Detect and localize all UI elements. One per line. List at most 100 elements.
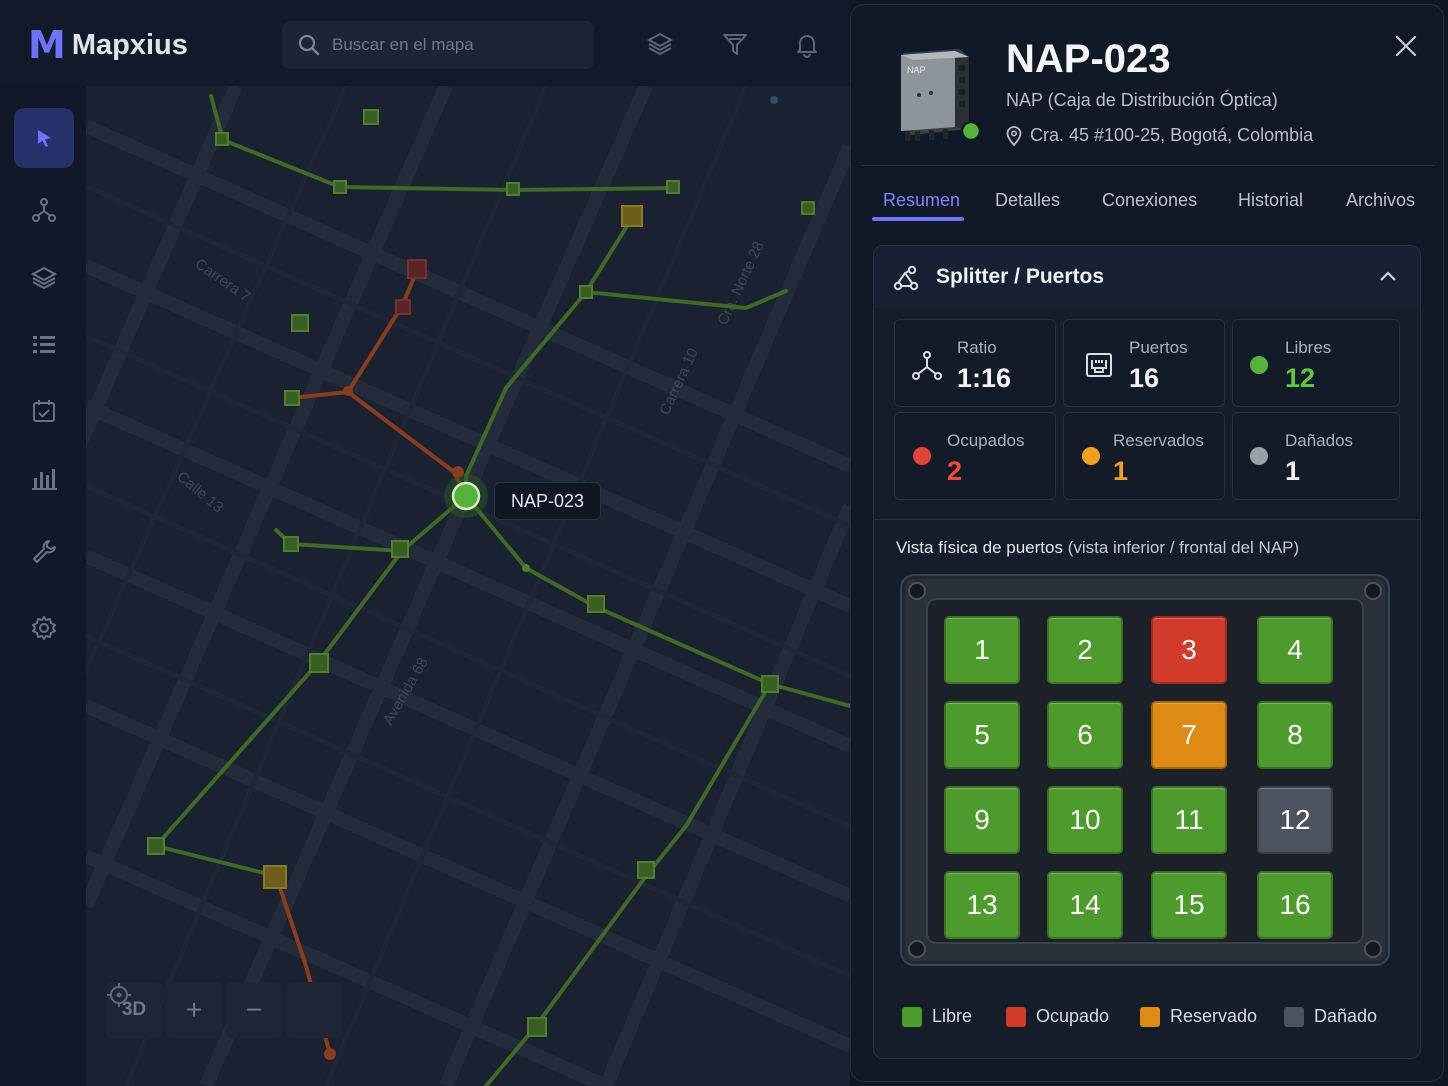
port-6[interactable]: 6 [1047,701,1123,769]
port-15[interactable]: 15 [1151,871,1227,939]
tab-archivos[interactable]: Archivos [1346,190,1415,211]
street-label: Carrera 7 [192,255,254,305]
legend-ocupado: Ocupado [1006,1006,1109,1027]
sidebar-item-select[interactable] [14,108,74,168]
map-search[interactable] [282,21,594,69]
section-title: Splitter / Puertos [936,265,1105,288]
stat-ratio-value: 1:16 [957,363,1012,393]
port-10[interactable]: 10 [1047,786,1123,854]
port-2[interactable]: 2 [1047,616,1123,684]
port-number: 15 [1173,889,1205,920]
logo-mark: M [28,23,66,67]
active-tab-indicator [872,217,964,221]
status-online-dot [960,120,982,142]
tab-detalles[interactable]: Detalles [995,190,1060,211]
port-14[interactable]: 14 [1047,871,1123,939]
sidebar-item-tasks[interactable] [14,381,74,441]
section-header[interactable]: Splitter / Puertos [874,246,1420,308]
stat-libres: Libres 12 [1232,319,1400,407]
legend-swatch [1006,1006,1026,1027]
port-number: 6 [1077,719,1093,750]
port-8[interactable]: 8 [1257,701,1333,769]
ports-grid: 1 2 3 4 5 6 7 8 9 10 11 12 13 14 15 16 [926,598,1364,944]
stat-puertos-label: Puertos [1129,338,1188,357]
chevron-up-icon[interactable] [1379,269,1397,283]
port-number: 3 [1181,634,1197,665]
legend-reservado: Reservado [1140,1006,1257,1027]
network-icon [912,351,942,380]
legend-label: Libre [932,1006,973,1026]
port-number: 5 [974,719,990,750]
port-number: 11 [1174,804,1204,835]
zoom-in-button[interactable]: + [166,982,222,1038]
sidebar-item-layers[interactable] [14,248,74,308]
tab-historial[interactable]: Historial [1238,190,1303,211]
port-3[interactable]: 3 [1151,616,1227,684]
location-pin-icon [1006,125,1022,146]
legend-swatch [902,1006,922,1027]
layers-icon [30,266,58,290]
legend-danado: Dañado [1284,1006,1377,1027]
port-12[interactable]: 12 [1257,786,1333,854]
device-image: NAP [889,45,985,145]
street-label: Calle 13 [173,468,226,516]
crosshair-icon [107,983,131,1007]
ports-legend: Libre Ocupado Reservado Dañado [900,1006,1400,1036]
port-11[interactable]: 11 [1151,786,1227,854]
tab-conexiones[interactable]: Conexiones [1102,190,1197,211]
port-13[interactable]: 13 [944,871,1020,939]
screw-icon [908,582,926,600]
sidebar-item-network[interactable] [14,180,74,240]
cursor-icon [38,130,51,147]
zoom-out-button[interactable]: − [226,982,282,1038]
ethernet-port-icon [1086,353,1112,377]
sidebar-item-settings[interactable] [14,598,74,658]
street-label: Cra. Norte 28 [714,239,767,328]
legend-label: Reservado [1170,1006,1258,1026]
port-number: 9 [974,804,990,835]
panel-tabs: Resumen Detalles Conexiones Historial Ar… [861,165,1435,221]
port-7[interactable]: 7 [1151,701,1227,769]
selected-node-label: NAP-023 [494,482,602,520]
address-text: Cra. 45 #100-25, Bogotá, Colombia [1030,125,1314,145]
sidebar-item-tools[interactable] [14,521,74,581]
port-16[interactable]: 16 [1257,871,1333,939]
stat-puertos: Puertos 16 [1063,319,1225,407]
screw-icon [908,940,926,958]
legend-label: Dañado [1314,1006,1378,1026]
top-bar: M Mapxius [0,0,850,86]
panel-title: NAP-023 [1006,37,1171,81]
network-icon [32,198,56,222]
port-number: 16 [1279,889,1311,920]
sidebar-item-list[interactable] [14,315,74,375]
filter-icon[interactable] [720,29,750,59]
gear-icon [32,616,56,640]
stat-libres-label: Libres [1285,338,1332,357]
bell-icon[interactable] [792,29,822,59]
ports-view-subtitle: (vista inferior / frontal del NAP) [1067,538,1300,557]
layers-icon[interactable] [645,29,675,59]
close-button[interactable] [1391,31,1421,61]
screw-icon [1364,940,1382,958]
search-input[interactable] [332,35,572,55]
panel-subtitle: NAP (Caja de Distribución Óptica) [1006,90,1278,110]
selected-node [451,481,481,511]
map-canvas[interactable]: Carrera 7 Calle 13 Carrera 10 Cra. Norte… [86,86,850,1086]
legend-swatch [1284,1006,1304,1027]
stat-reservados: Reservados 1 [1063,412,1225,500]
port-1[interactable]: 1 [944,616,1020,684]
splitter-icon [893,265,919,291]
danado-dot [1250,447,1268,465]
port-9[interactable]: 9 [944,786,1020,854]
app-logo[interactable]: M Mapxius [28,26,188,64]
legend-label: Ocupado [1036,1006,1110,1026]
bar-chart-icon [32,469,57,490]
legend-swatch [1140,1006,1160,1027]
port-4[interactable]: 4 [1257,616,1333,684]
tab-resumen[interactable]: Resumen [883,190,960,211]
stat-reservados-label: Reservados [1113,431,1204,450]
port-5[interactable]: 5 [944,701,1020,769]
port-number: 7 [1181,719,1197,750]
sidebar-item-reports[interactable] [14,448,74,508]
locate-button[interactable] [107,982,342,1038]
